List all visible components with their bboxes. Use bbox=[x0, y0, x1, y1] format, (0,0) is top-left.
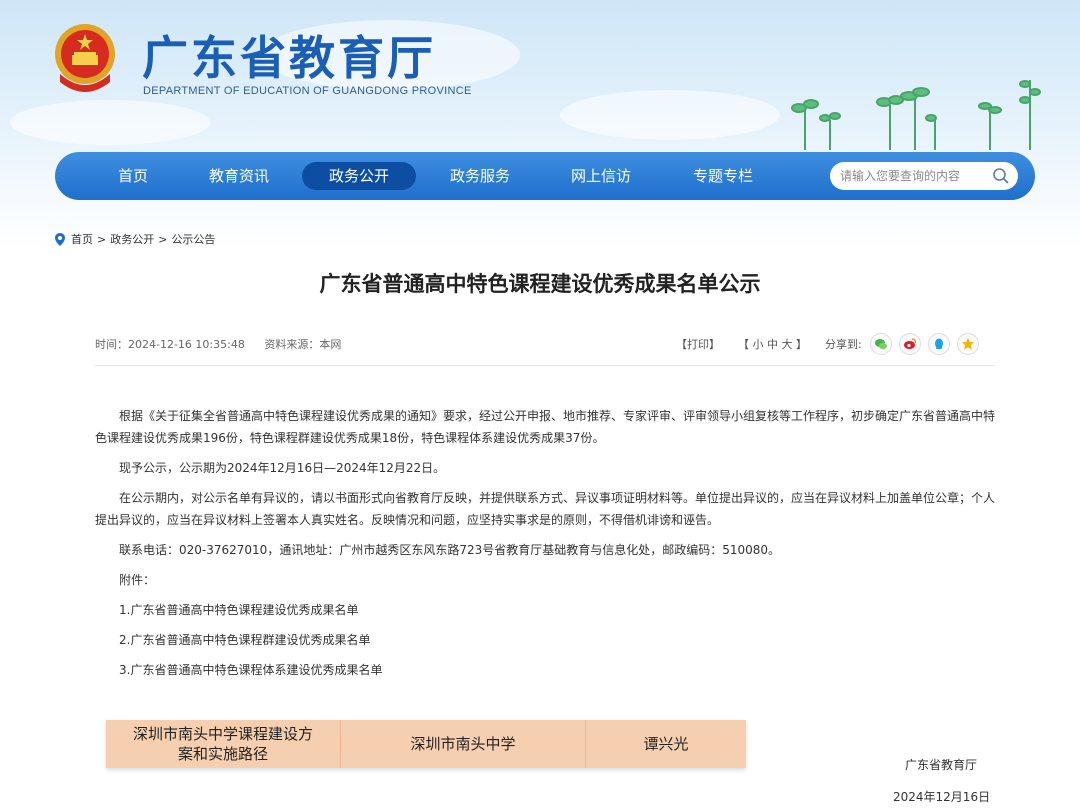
sprouts-decoration bbox=[791, 80, 1041, 150]
breadcrumb-home[interactable]: 首页 bbox=[71, 231, 93, 247]
signature-organization: 广东省教育厅 bbox=[905, 758, 978, 772]
nav-item-special-topics[interactable]: 专题专栏 bbox=[687, 162, 759, 190]
weibo-icon bbox=[903, 338, 916, 349]
body-paragraph: 在公示期内，对公示名单有异议的，请以书面形式向省教育厅反映，并提供联系方式、异议… bbox=[95, 491, 996, 527]
nav-item-petition[interactable]: 网上信访 bbox=[565, 162, 637, 190]
body-paragraph: 根据《关于征集全省普通高中特色课程建设优秀成果的通知》要求，经过公开申报、地市推… bbox=[95, 409, 996, 445]
meta-divider bbox=[95, 365, 995, 366]
nav-item-gov-services[interactable]: 政务服务 bbox=[444, 162, 516, 190]
attachments-label: 附件： bbox=[119, 573, 156, 587]
site-title[interactable]: 广东省教育厅 bbox=[142, 22, 436, 88]
share-label: 分享到: bbox=[825, 338, 862, 351]
attachment-image-strip: 深圳市南头中学课程建设方案和实施路径 深圳市南头中学 谭兴光 bbox=[106, 720, 746, 768]
attachment-link[interactable]: 1.广东省普通高中特色课程建设优秀成果名单 bbox=[95, 599, 1000, 621]
main-nav: 首页 教育资讯 政务公开 政务服务 网上信访 专题专栏 bbox=[55, 152, 1035, 200]
font-size-controls[interactable]: 【 小 中 大 】 bbox=[738, 336, 807, 352]
site-subtitle: DEPARTMENT OF EDUCATION OF GUANGDONG PRO… bbox=[143, 85, 472, 97]
location-pin-icon bbox=[55, 232, 65, 246]
article-tools: 【打印】 【 小 中 大 】 分享到: bbox=[676, 333, 986, 355]
nav-item-home[interactable]: 首页 bbox=[103, 162, 163, 190]
image-cell-person: 谭兴光 bbox=[643, 735, 689, 753]
attachment-link[interactable]: 3.广东省普通高中特色课程体系建设优秀成果名单 bbox=[95, 659, 1000, 681]
breadcrumb-separator: > bbox=[97, 232, 107, 246]
weibo-share-button[interactable] bbox=[898, 333, 921, 355]
body-paragraph: 联系电话：020-37627010，通讯地址：广州市越秀区东风东路723号省教育… bbox=[119, 543, 781, 557]
emblem-icon[interactable] bbox=[52, 22, 118, 94]
source: 资料来源：本网 bbox=[264, 338, 342, 351]
qq-share-button[interactable] bbox=[927, 333, 950, 355]
wechat-share-button[interactable] bbox=[869, 333, 892, 355]
article-meta: 时间：2024-12-16 10:35:48 资料来源：本网 bbox=[95, 336, 357, 352]
qq-icon bbox=[934, 338, 943, 349]
cloud-decoration bbox=[560, 90, 780, 140]
search-input[interactable] bbox=[840, 166, 990, 186]
breadcrumb-notices[interactable]: 公示公告 bbox=[171, 231, 215, 247]
cloud-decoration bbox=[10, 100, 210, 145]
article-body: 根据《关于征集全省普通高中特色课程建设优秀成果的通知》要求，经过公开申报、地市推… bbox=[95, 405, 1000, 689]
nav-item-gov-info[interactable]: 政务公开 bbox=[302, 162, 416, 190]
image-cell-school: 深圳市南头中学 bbox=[341, 720, 586, 768]
qzone-icon bbox=[961, 338, 974, 350]
qzone-share-button[interactable] bbox=[956, 333, 979, 355]
print-button[interactable]: 【打印】 bbox=[676, 336, 720, 352]
attachment-link[interactable]: 2.广东省普通高中特色课程群建设优秀成果名单 bbox=[95, 629, 1000, 651]
breadcrumb-separator: > bbox=[158, 232, 168, 246]
signature-date: 2024年12月16日 bbox=[893, 790, 991, 804]
nav-item-news[interactable]: 教育资讯 bbox=[203, 162, 275, 190]
wechat-icon bbox=[874, 339, 887, 350]
page-title: 广东省普通高中特色课程建设优秀成果名单公示 bbox=[319, 272, 761, 296]
breadcrumb-gov-info[interactable]: 政务公开 bbox=[110, 231, 154, 247]
publish-time: 时间：2024-12-16 10:35:48 bbox=[95, 338, 245, 351]
image-cell-course-title: 深圳市南头中学课程建设方案和实施路径 bbox=[106, 720, 341, 768]
breadcrumb: 首页 > 政务公开 > 公示公告 bbox=[55, 231, 215, 247]
search-box bbox=[830, 162, 1018, 190]
search-icon[interactable] bbox=[992, 167, 1010, 185]
body-paragraph: 现予公示，公示期为2024年12月16日—2024年12月22日。 bbox=[119, 461, 446, 475]
